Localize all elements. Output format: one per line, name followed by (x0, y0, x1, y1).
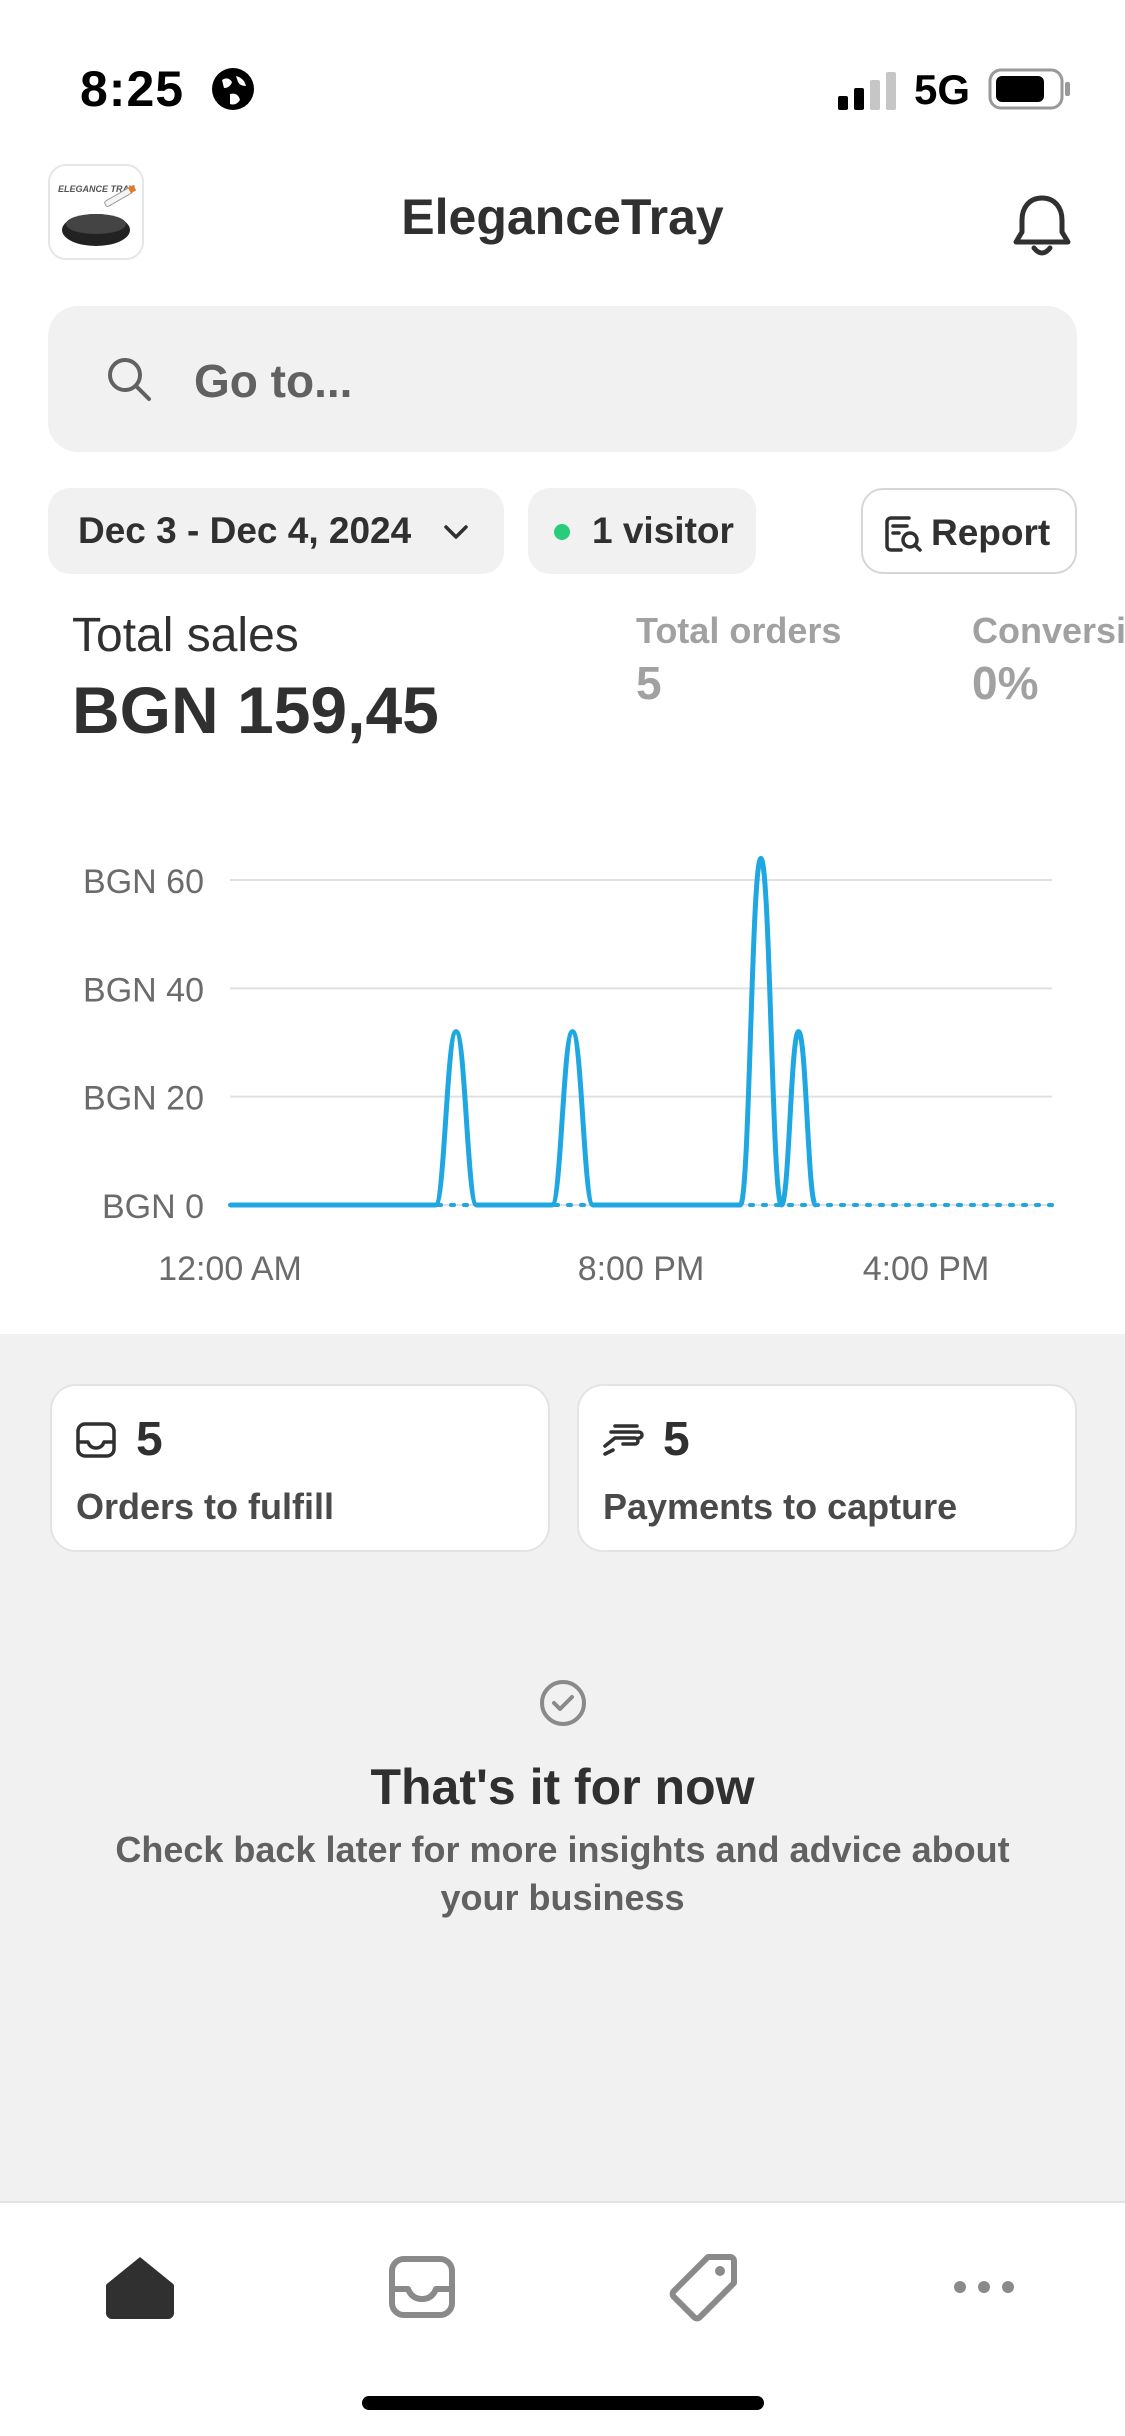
chart-y-labels: BGN 60 BGN 40 BGN 20 BGN 0 (83, 863, 204, 1226)
check-circle-icon (540, 1680, 586, 1726)
conversion-value: 0% (972, 657, 1039, 709)
chart-y-tick-label: BGN 40 (83, 971, 204, 1009)
live-dot (554, 524, 570, 540)
status-bar: 8:25 5G (0, 0, 1125, 150)
chart-x-tick-label: 4:00 PM (863, 1250, 990, 1288)
date-range-label: Dec 3 - Dec 4, 2024 (78, 510, 412, 551)
conversion-label[interactable]: Conversi (972, 610, 1125, 652)
chart-x-tick-label: 8:00 PM (578, 1250, 705, 1288)
payments-to-capture-card[interactable]: 5 Payments to capture (577, 1384, 1077, 1552)
payment-hand-icon (603, 1424, 644, 1456)
orders-to-fulfill-label: Orders to fulfill (76, 1486, 335, 1527)
tab-home[interactable] (100, 2247, 180, 2327)
sales-chart[interactable]: BGN 60 BGN 40 BGN 20 BGN 0 12:00 AM 8:00 PM 4… (0, 820, 1125, 1310)
inbox-icon (76, 1422, 116, 1458)
tab-orders[interactable] (382, 2247, 462, 2327)
payments-to-capture-count: 5 (663, 1413, 690, 1466)
tag-icon (669, 2254, 737, 2322)
home-icon (105, 2257, 175, 2319)
home-indicator (362, 2396, 764, 2410)
globe-icon (212, 68, 254, 110)
store-title: EleganceTray (401, 189, 724, 245)
chart-y-tick-label: BGN 0 (102, 1188, 204, 1226)
battery-icon (988, 68, 1070, 110)
tab-more[interactable] (944, 2247, 1024, 2327)
more-icon (954, 2281, 1014, 2293)
network-label: 5G (914, 66, 971, 113)
empty-state-title: That's it for now (370, 1759, 755, 1815)
search-input[interactable]: Go to... (48, 306, 1077, 452)
search-icon (108, 358, 151, 401)
chart-x-tick-label: 12:00 AM (158, 1250, 302, 1288)
bell-icon (1013, 195, 1071, 256)
chart-series (228, 855, 1054, 1208)
chart-y-tick-label: BGN 60 (83, 863, 204, 901)
report-label: Report (931, 512, 1051, 553)
empty-state-text: Check back later for more insights and a… (115, 1829, 1010, 1918)
visitors-chip[interactable]: 1 visitor (528, 488, 756, 574)
report-button[interactable]: Report (861, 488, 1077, 574)
payments-to-capture-label: Payments to capture (603, 1486, 958, 1527)
total-orders-label[interactable]: Total orders (636, 610, 841, 652)
chevron-down-icon (444, 525, 468, 539)
chart-x-labels: 12:00 AM 8:00 PM 4:00 PM (158, 1250, 989, 1288)
chart-sales-series (230, 855, 819, 1208)
visitors-label: 1 visitor (592, 510, 734, 551)
chart-y-tick-label: BGN 20 (83, 1080, 204, 1118)
metrics-scroller[interactable]: Total orders 5 Conversi 0% (0, 600, 1125, 730)
orders-to-fulfill-count: 5 (136, 1413, 163, 1466)
total-orders-value: 5 (636, 657, 662, 709)
inbox-icon (389, 2256, 455, 2318)
notifications-button[interactable] (1004, 186, 1080, 262)
tab-products[interactable] (664, 2247, 744, 2327)
report-icon (885, 516, 922, 552)
chart-grid (230, 879, 1052, 1206)
status-time: 8:25 (80, 61, 185, 117)
orders-to-fulfill-card[interactable]: 5 Orders to fulfill (50, 1384, 550, 1552)
search-placeholder: Go to... (194, 355, 353, 407)
date-range-picker[interactable]: Dec 3 - Dec 4, 2024 (48, 488, 504, 574)
cellular-signal-icon (838, 72, 896, 110)
